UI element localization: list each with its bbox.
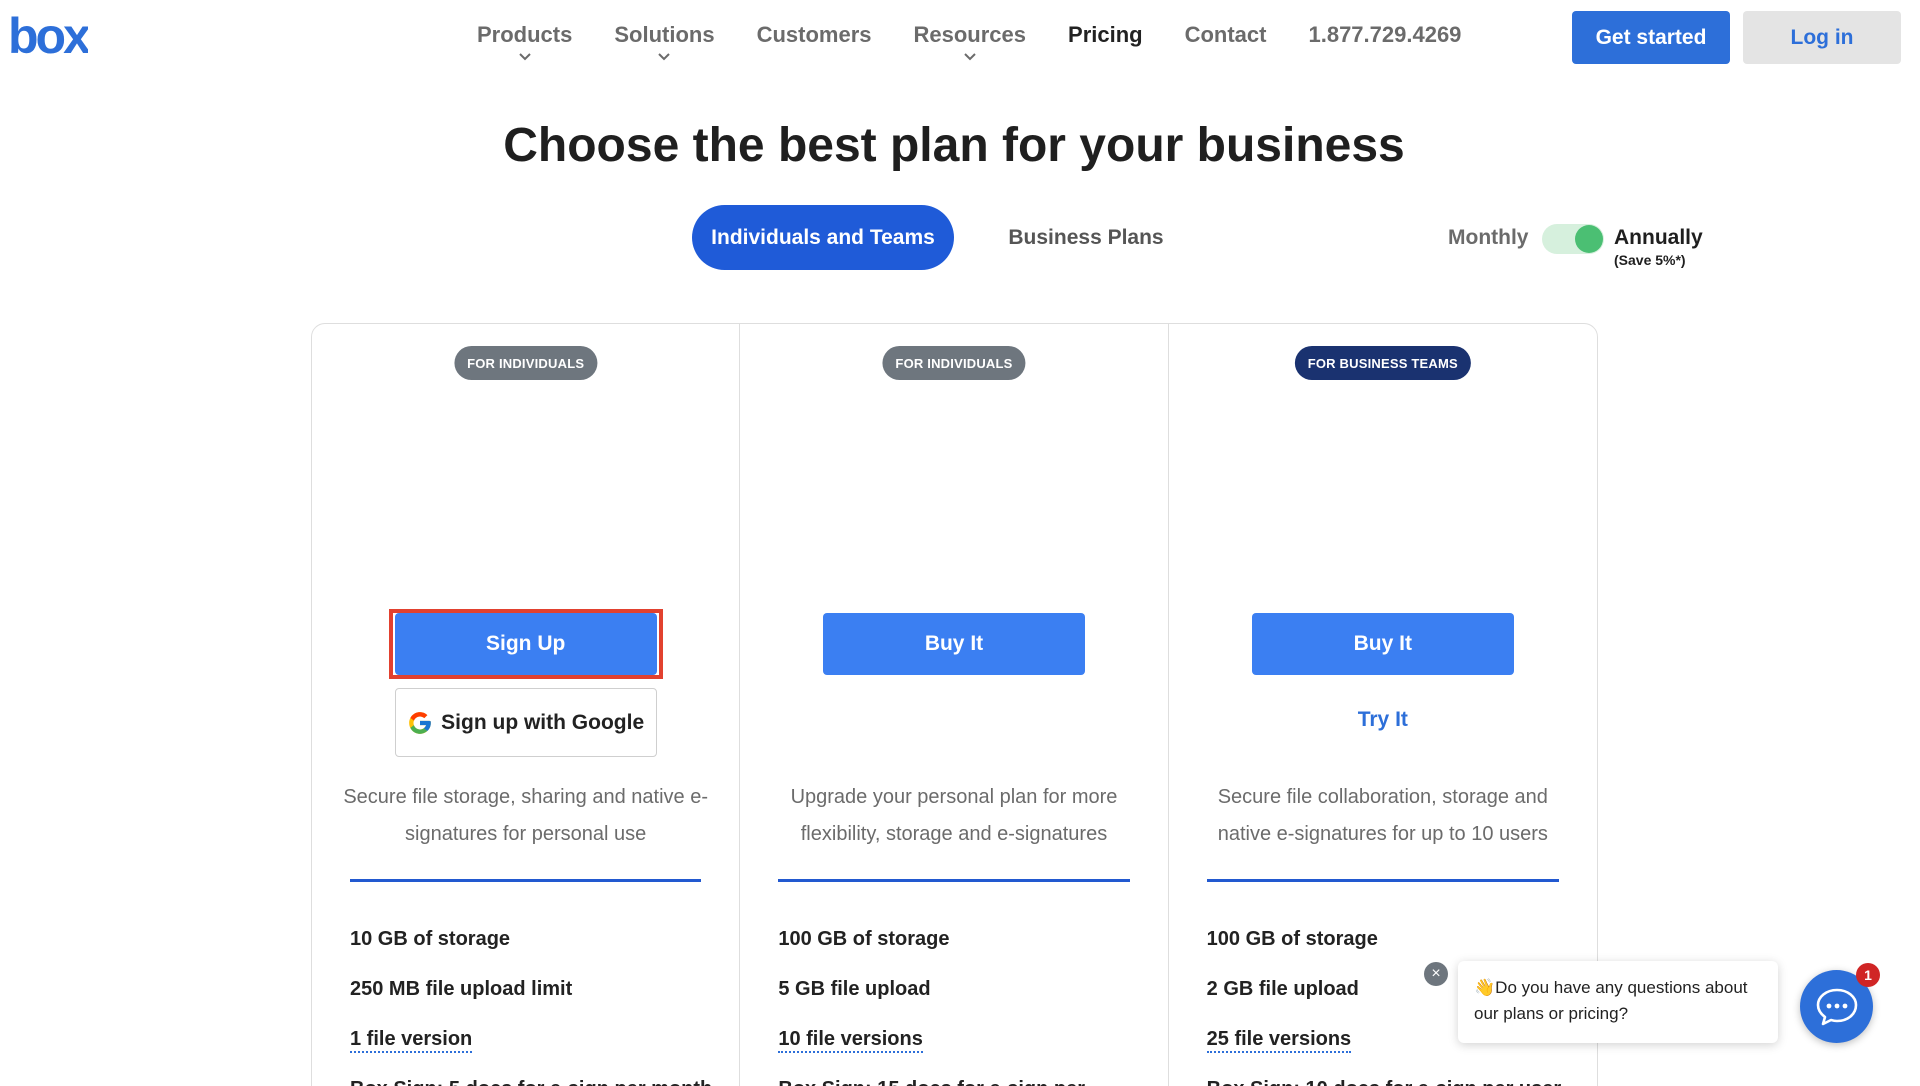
- feature-file-versions-label: 10 file versions: [778, 1027, 923, 1053]
- nav-contact[interactable]: Contact: [1185, 22, 1267, 66]
- feature-upload-limit: 5 GB file upload: [778, 978, 931, 1000]
- feature-upload-limit: 250 MB file upload limit: [350, 978, 573, 1000]
- page-title: Choose the best plan for your business: [503, 119, 1405, 172]
- plan-description: Secure file storage, sharing and native …: [343, 786, 708, 845]
- plan-audience-badge: FOR INDIVIDUALS: [454, 346, 598, 380]
- feature-storage: 10 GB of storage: [350, 928, 511, 950]
- nav-resources[interactable]: Resources: [913, 22, 1027, 66]
- nav-products-label: Products: [477, 22, 573, 47]
- annual-savings-note: (Save 5%*): [1614, 252, 1686, 268]
- nav-pricing-label: Pricing: [1068, 22, 1143, 47]
- billing-monthly-label[interactable]: Monthly: [1448, 226, 1528, 250]
- feature-file-versions-label: 25 file versions: [1206, 1027, 1352, 1053]
- nav-solutions-label: Solutions: [614, 22, 715, 47]
- plan-divider: [1206, 879, 1559, 882]
- chevron-down-icon: [518, 53, 531, 61]
- try-it-link[interactable]: Try It: [1169, 708, 1597, 732]
- google-button-label: Sign up with Google: [441, 710, 645, 734]
- sign-up-button[interactable]: Sign Up: [394, 613, 657, 675]
- billing-period-toggle[interactable]: [1542, 224, 1604, 254]
- feature-box-sign: Box Sign: 15 docs for e-sign per: [778, 1064, 1157, 1086]
- feature-file-versions[interactable]: 10 file versions: [778, 1014, 1157, 1064]
- nav-customers-label: Customers: [756, 22, 872, 47]
- feature-file-versions[interactable]: 1 file version: [350, 1014, 729, 1064]
- feature-storage: 100 GB of storage: [778, 928, 950, 950]
- get-started-button[interactable]: Get started: [1572, 11, 1730, 64]
- plans-grid: FOR INDIVIDUALS Sign Up Sign up with Goo…: [311, 323, 1598, 1086]
- feature-storage: 100 GB of storage: [1206, 928, 1378, 950]
- chat-prompt-text: Do you have any questions about our plan…: [1474, 978, 1748, 1023]
- tab-business-plans[interactable]: Business Plans: [990, 205, 1182, 270]
- login-button[interactable]: Log in: [1743, 11, 1901, 64]
- chevron-down-icon: [964, 53, 976, 61]
- plan-description: Secure file collaboration, storage and n…: [1217, 786, 1548, 845]
- feature-file-versions-label: 1 file version: [350, 1027, 473, 1053]
- site-header: box Products Solutions Customers Resourc…: [0, 0, 1920, 76]
- feature-box-sign: Box Sign: 5 docs for e-sign per month: [350, 1064, 729, 1086]
- plan-card-individual-free: FOR INDIVIDUALS Sign Up Sign up with Goo…: [312, 324, 741, 1086]
- buy-it-button[interactable]: Buy It: [822, 613, 1085, 675]
- waving-hand-icon: 👋: [1474, 978, 1496, 997]
- chevron-down-icon: [658, 53, 671, 61]
- plan-description: Upgrade your personal plan for more flex…: [790, 786, 1118, 845]
- plan-divider: [350, 879, 702, 882]
- plan-feature-list: 100 GB of storage 5 GB file upload 10 fi…: [778, 914, 1157, 1086]
- plan-audience-badge: FOR INDIVIDUALS: [882, 346, 1026, 380]
- chat-unread-badge: 1: [1856, 963, 1880, 987]
- svg-text:box: box: [8, 10, 88, 60]
- box-logo[interactable]: box: [8, 10, 88, 60]
- phone-number-link[interactable]: 1.877.729.4269: [1308, 22, 1461, 48]
- billing-annually-label[interactable]: Annually: [1614, 226, 1703, 250]
- buy-it-button[interactable]: Buy It: [1251, 613, 1514, 675]
- chat-close-button[interactable]: ×: [1424, 962, 1448, 986]
- plan-feature-list: 10 GB of storage 250 MB file upload limi…: [350, 914, 729, 1086]
- nav-contact-label: Contact: [1184, 22, 1267, 47]
- nav-products[interactable]: Products: [477, 22, 572, 66]
- plan-card-individual-paid: FOR INDIVIDUALS Buy It Upgrade your pers…: [740, 324, 1169, 1086]
- nav-customers[interactable]: Customers: [757, 22, 872, 66]
- plan-divider: [778, 879, 1130, 882]
- main-nav: Products Solutions Customers Resources P…: [477, 22, 1461, 66]
- nav-solutions[interactable]: Solutions: [614, 22, 715, 66]
- toggle-knob: [1575, 225, 1603, 253]
- feature-box-sign: Box Sign: 10 docs for e-sign per user: [1207, 1064, 1587, 1086]
- nav-pricing[interactable]: Pricing: [1068, 22, 1143, 66]
- tab-individuals-and-teams[interactable]: Individuals and Teams: [692, 205, 954, 270]
- google-icon: [409, 711, 431, 734]
- sign-up-with-google-button[interactable]: Sign up with Google: [394, 688, 657, 757]
- chat-prompt-bubble[interactable]: 👋Do you have any questions about our pla…: [1458, 961, 1778, 1043]
- plan-audience-badge: FOR BUSINESS TEAMS: [1294, 346, 1471, 380]
- chat-bubble-icon: [1816, 988, 1857, 1025]
- nav-resources-label: Resources: [913, 22, 1027, 47]
